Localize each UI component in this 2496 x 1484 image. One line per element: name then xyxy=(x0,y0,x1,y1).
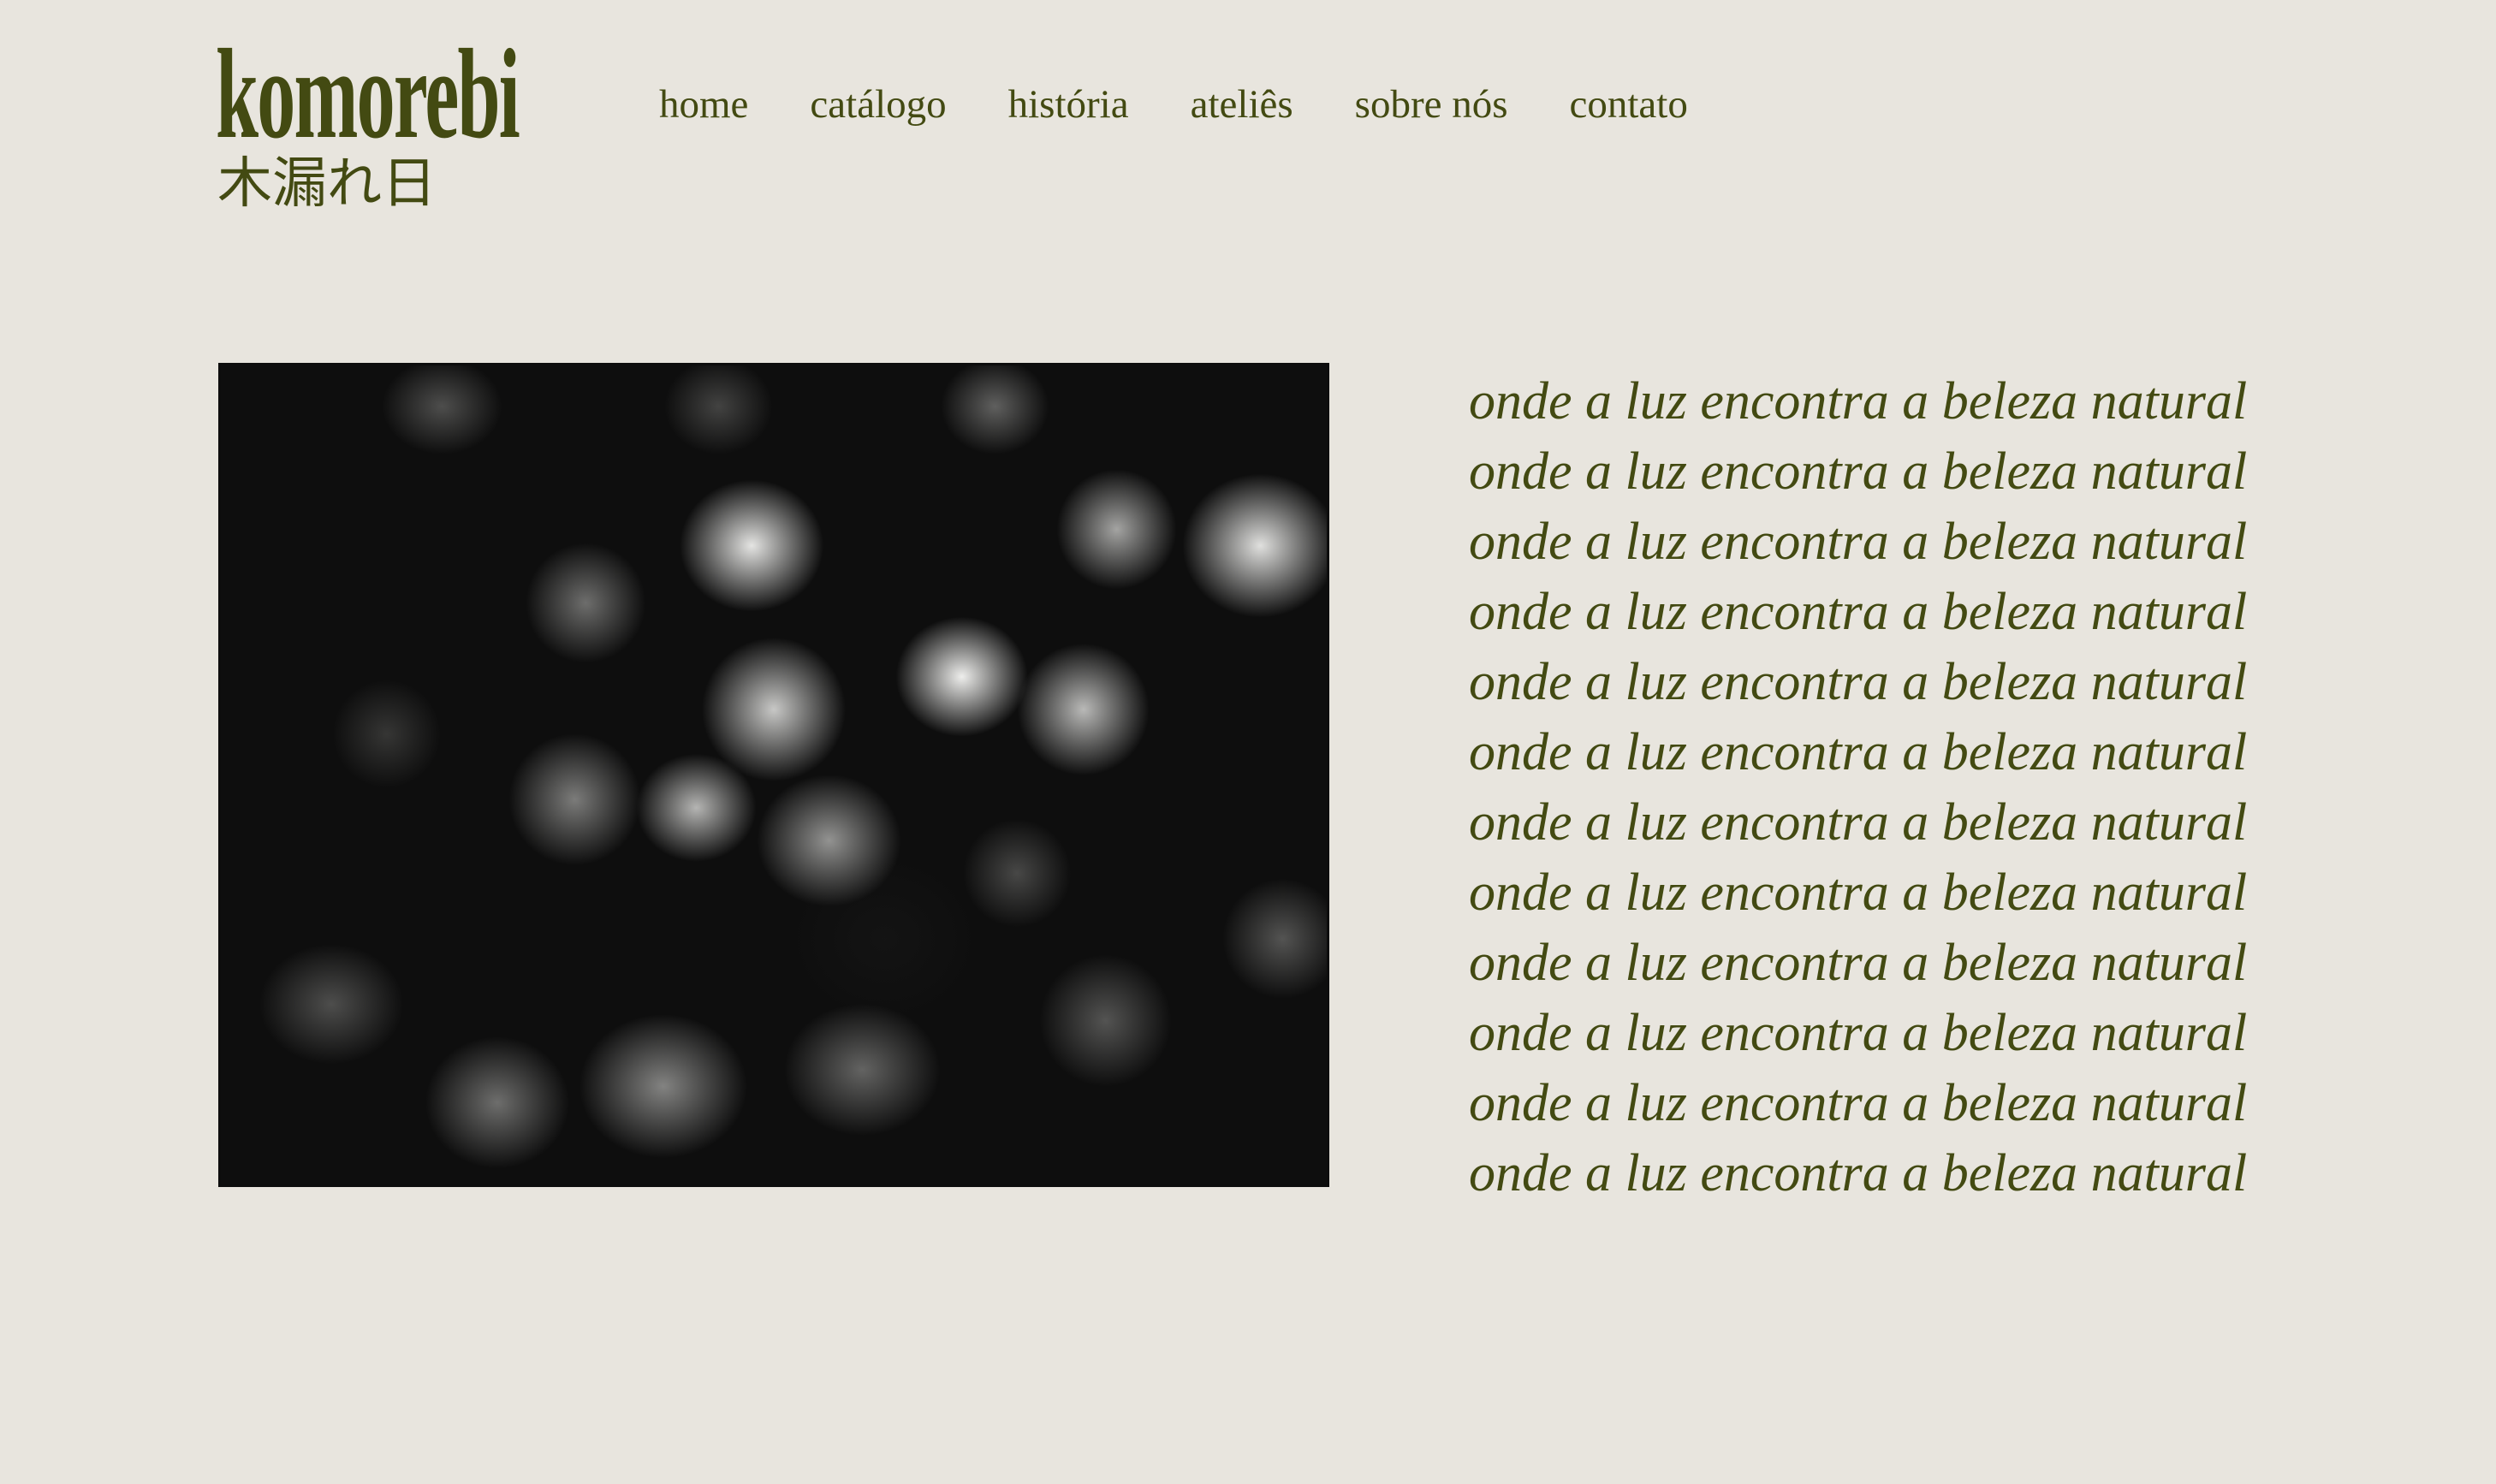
tagline-line: onde a luz encontra a beleza natural xyxy=(1469,793,2248,852)
brand-kanji: 木漏れ日 xyxy=(217,152,437,216)
nav-link-contato[interactable]: contato xyxy=(1570,77,1688,132)
tagline-line: onde a luz encontra a beleza natural xyxy=(1469,934,2248,992)
tagline-line: onde a luz encontra a beleza natural xyxy=(1469,442,2248,501)
tagline-line: onde a luz encontra a beleza natural xyxy=(1469,1144,2248,1202)
tagline-list: onde a luz encontra a beleza natural ond… xyxy=(1469,366,2247,1208)
tagline-line: onde a luz encontra a beleza natural xyxy=(1469,1004,2248,1062)
nav-link-catalogo[interactable]: catálogo xyxy=(810,77,946,132)
tagline-line: onde a luz encontra a beleza natural xyxy=(1469,583,2248,641)
brand-name: komorebi xyxy=(216,23,520,165)
nav-link-sobre-nos[interactable]: sobre nós xyxy=(1355,77,1508,132)
nav-link-home[interactable]: home xyxy=(659,77,748,132)
tagline-line: onde a luz encontra a beleza natural xyxy=(1469,723,2248,781)
tagline-line: onde a luz encontra a beleza natural xyxy=(1469,1074,2248,1132)
nav-link-ateliers[interactable]: ateliês xyxy=(1191,77,1293,132)
main-nav: home catálogo história ateliês sobre nós… xyxy=(659,77,1688,132)
tagline-line: onde a luz encontra a beleza natural xyxy=(1469,864,2248,922)
hero-photo xyxy=(218,363,1329,1187)
tagline-line: onde a luz encontra a beleza natural xyxy=(1469,372,2248,430)
nav-link-historia[interactable]: história xyxy=(1008,77,1129,132)
tagline-line: onde a luz encontra a beleza natural xyxy=(1469,513,2248,571)
tagline-line: onde a luz encontra a beleza natural xyxy=(1469,653,2248,711)
brand-logo-link[interactable]: komorebi 木漏れ日 xyxy=(216,23,721,214)
